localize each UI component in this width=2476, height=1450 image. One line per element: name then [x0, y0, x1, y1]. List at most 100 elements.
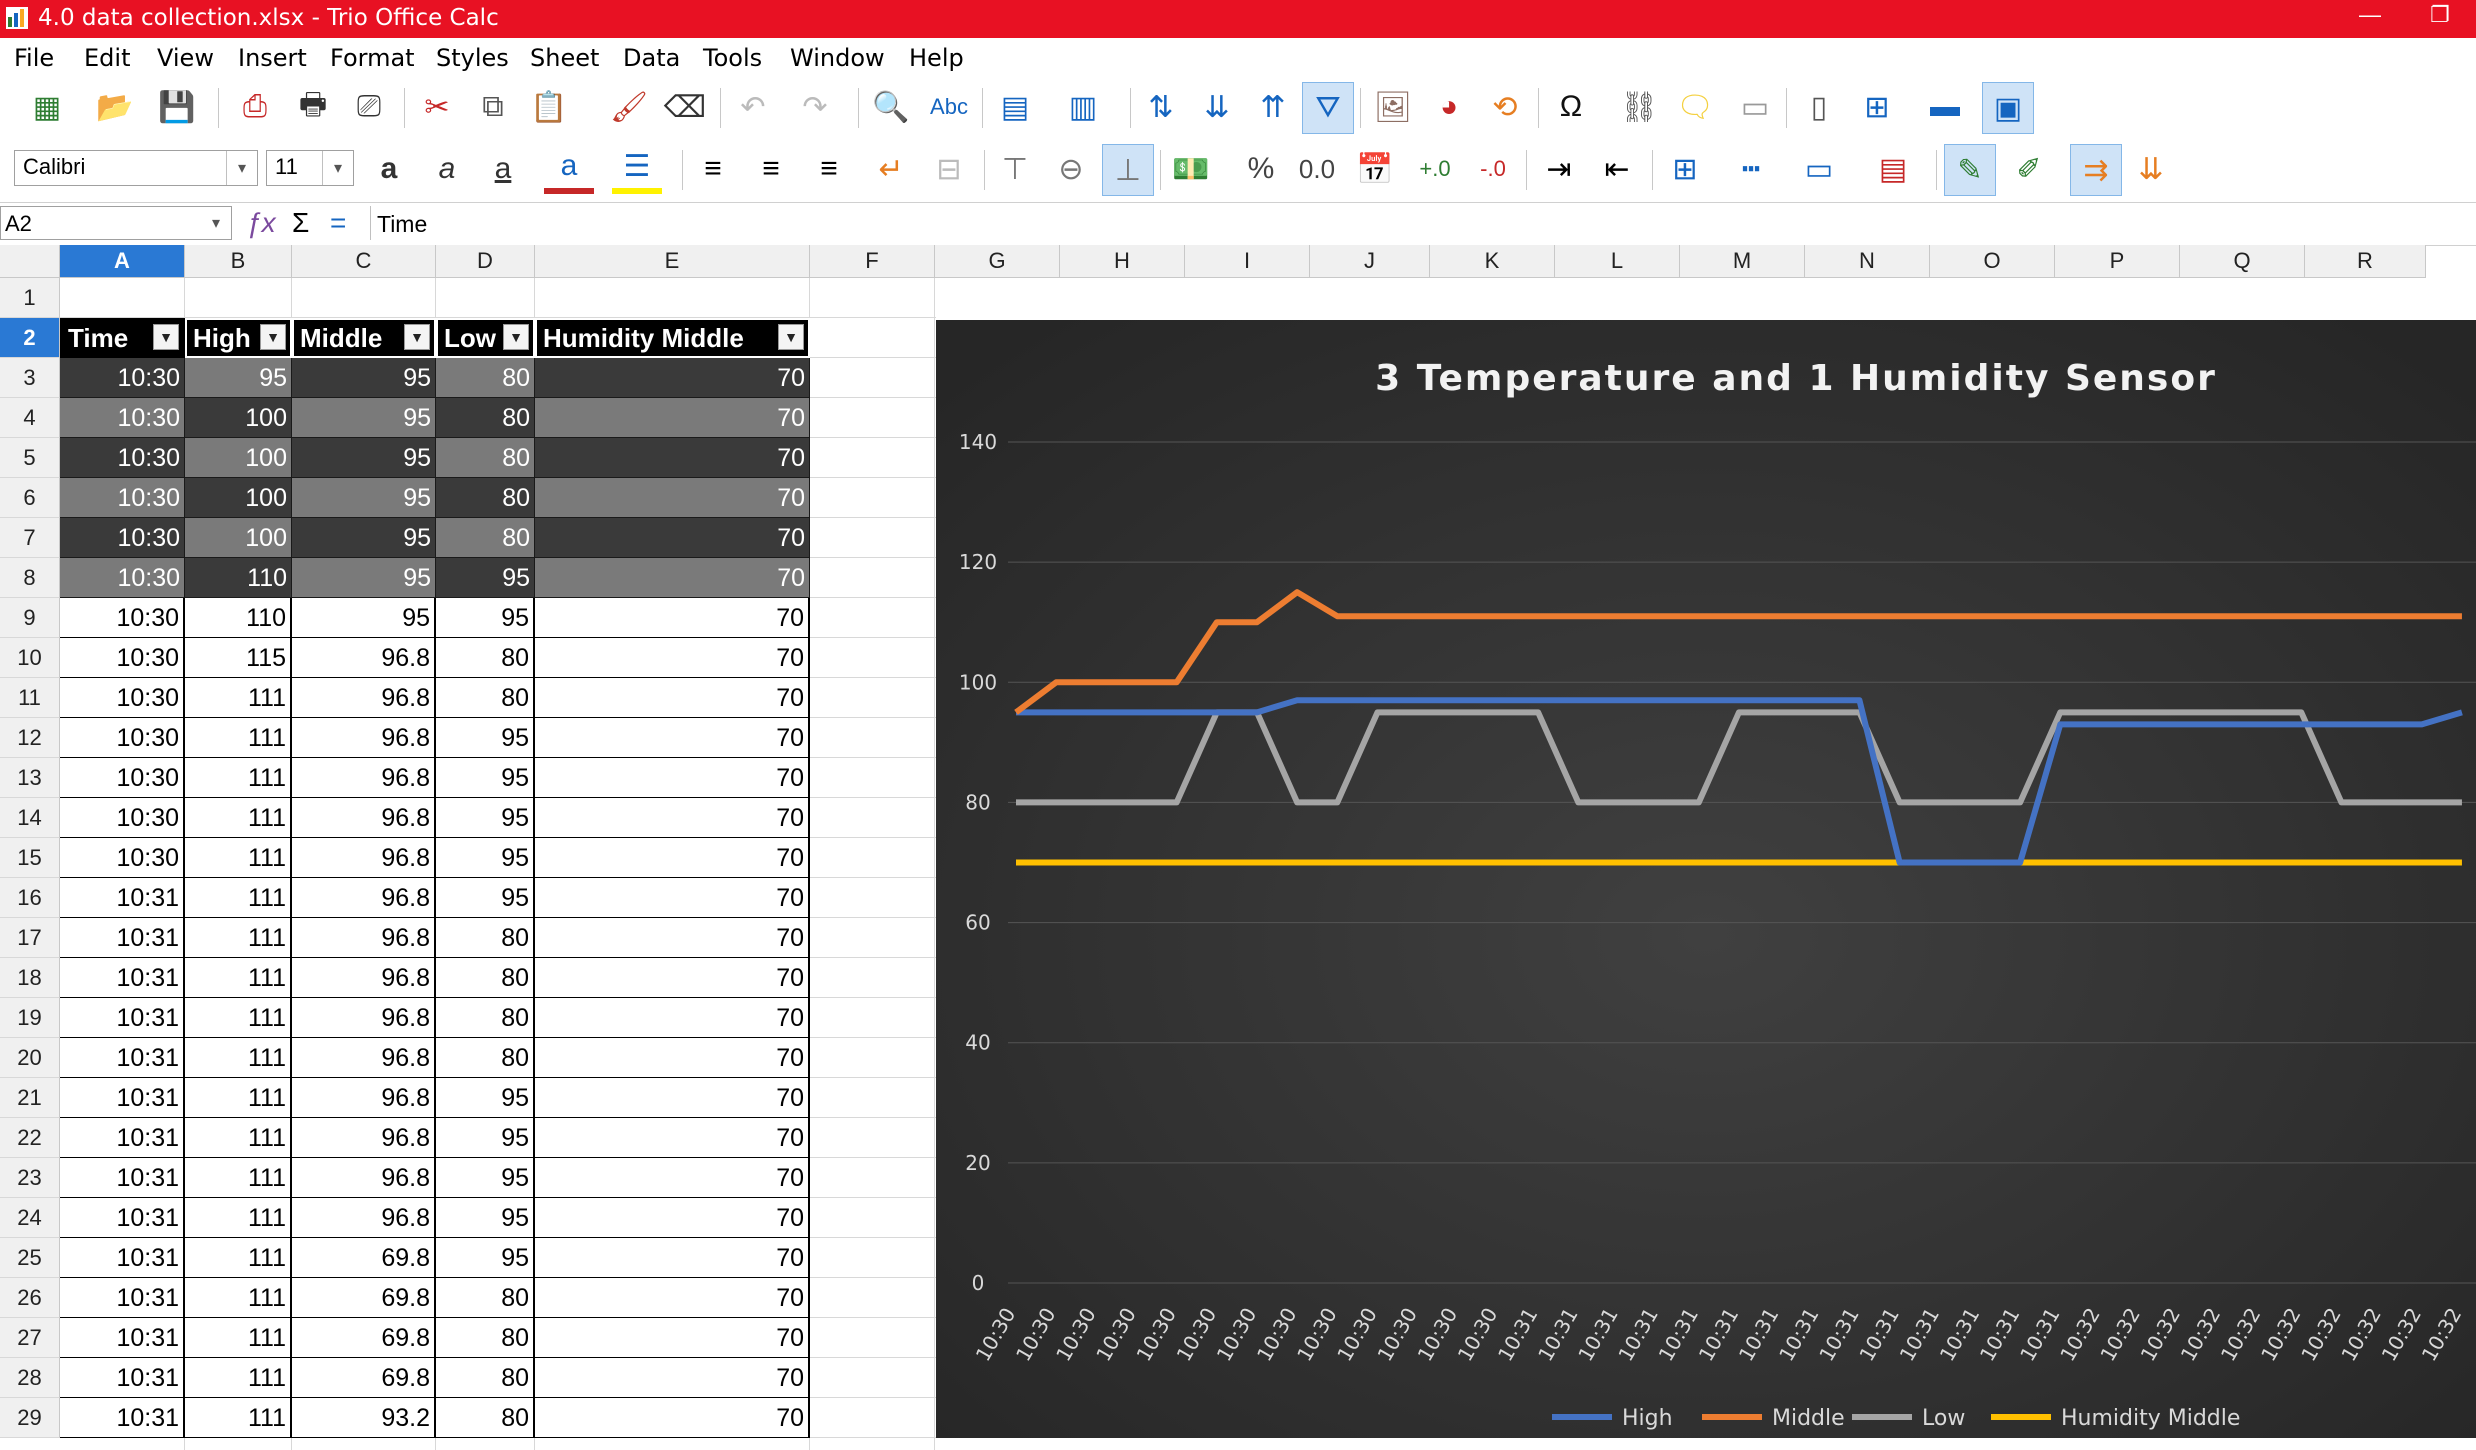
menu-edit[interactable]: Edit [84, 44, 130, 72]
table-cell[interactable]: 10:31 [60, 1238, 185, 1278]
row-header-28[interactable]: 28 [0, 1358, 60, 1398]
row-header-16[interactable]: 16 [0, 878, 60, 918]
align-bottom-icon[interactable]: ⊥ [1102, 144, 1154, 196]
table-cell[interactable]: 70 [535, 1238, 810, 1278]
table-cell[interactable]: 10:31 [60, 1318, 185, 1358]
highlight-color-icon[interactable]: ☰ [612, 144, 662, 194]
sort-descending-icon[interactable]: ⇈ [1248, 82, 1298, 132]
row-header-19[interactable]: 19 [0, 998, 60, 1038]
table-cell[interactable]: 96.8 [292, 798, 436, 838]
paste-icon[interactable]: 📋 [524, 82, 574, 132]
table-cell[interactable]: 70 [535, 998, 810, 1038]
table-cell[interactable]: 111 [185, 758, 292, 798]
table-cell[interactable]: 111 [185, 958, 292, 998]
table-cell[interactable]: 96.8 [292, 998, 436, 1038]
table-cell[interactable]: 80 [436, 1318, 535, 1358]
table-cell[interactable]: 80 [436, 998, 535, 1038]
column-header-k[interactable]: K [1430, 245, 1555, 278]
row-header-22[interactable]: 22 [0, 1118, 60, 1158]
sum-icon[interactable]: Σ [292, 207, 309, 239]
row-header-10[interactable]: 10 [0, 638, 60, 678]
table-header-cell[interactable]: High ▼ [185, 318, 292, 358]
table-cell[interactable]: 70 [535, 598, 810, 638]
table-cell[interactable]: 10:30 [60, 638, 185, 678]
table-cell[interactable]: 80 [436, 1038, 535, 1078]
save-icon[interactable]: 💾 [152, 82, 202, 132]
delete-decimal-icon[interactable]: -.0 [1468, 144, 1518, 194]
table-cell[interactable]: 111 [185, 1158, 292, 1198]
table-cell[interactable]: 96.8 [292, 838, 436, 878]
table-cell[interactable]: 69.8 [292, 1358, 436, 1398]
column-header-n[interactable]: N [1805, 245, 1930, 278]
text-direction-top-icon[interactable]: ⇊ [2126, 144, 2176, 194]
table-cell[interactable]: 70 [535, 478, 810, 518]
text-direction-left-icon[interactable]: ⇉ [2070, 144, 2122, 196]
table-cell[interactable]: 10:31 [60, 1158, 185, 1198]
table-cell[interactable]: 10:31 [60, 1118, 185, 1158]
table-cell[interactable]: 80 [436, 1278, 535, 1318]
table-cell[interactable]: 10:30 [60, 598, 185, 638]
special-character-icon[interactable]: Ω [1546, 82, 1596, 132]
table-cell[interactable]: 10:31 [60, 1398, 185, 1438]
table-cell[interactable]: 10:30 [60, 798, 185, 838]
table-cell[interactable]: 10:31 [60, 958, 185, 998]
number-format-icon[interactable]: 0.0 [1292, 144, 1342, 194]
border-style-icon[interactable]: ┅ [1726, 144, 1776, 194]
column-header-a[interactable]: A [60, 245, 185, 278]
table-cell[interactable]: 80 [436, 638, 535, 678]
table-cell[interactable]: 70 [535, 518, 810, 558]
menu-styles[interactable]: Styles [436, 44, 509, 72]
table-cell[interactable]: 10:30 [60, 358, 185, 398]
table-cell[interactable]: 100 [185, 398, 292, 438]
table-cell[interactable]: 80 [436, 1398, 535, 1438]
split-window-icon[interactable]: ▬ [1920, 82, 1970, 132]
table-header-cell[interactable]: Low ▼ [436, 318, 535, 358]
copy-icon[interactable]: ⧉ [468, 82, 518, 132]
italic-icon[interactable]: a [422, 144, 472, 194]
spelling-icon[interactable]: Abc [924, 82, 974, 132]
menu-help[interactable]: Help [909, 44, 964, 72]
align-center-icon[interactable]: ≡ [746, 144, 796, 194]
row-header-25[interactable]: 25 [0, 1238, 60, 1278]
table-cell[interactable]: 96.8 [292, 1038, 436, 1078]
column-header-h[interactable]: H [1060, 245, 1185, 278]
table-cell[interactable]: 70 [535, 678, 810, 718]
column-header-d[interactable]: D [436, 245, 535, 278]
comment-icon[interactable]: 🗨 [1670, 82, 1720, 132]
table-cell[interactable]: 96.8 [292, 1078, 436, 1118]
track-changes-icon[interactable]: ✐ [2004, 144, 2054, 194]
column-header-p[interactable]: P [2055, 245, 2180, 278]
row-header-8[interactable]: 8 [0, 558, 60, 598]
percent-format-icon[interactable]: % [1236, 144, 1286, 194]
undo-icon[interactable]: ↶ [728, 82, 778, 132]
wrap-text-icon[interactable]: ↵ [866, 144, 916, 194]
table-cell[interactable]: 111 [185, 1398, 292, 1438]
row-icon[interactable]: ▤ [990, 82, 1040, 132]
show-draw-functions-icon[interactable]: ▣ [1982, 82, 2034, 134]
table-cell[interactable]: 70 [535, 1318, 810, 1358]
table-cell[interactable]: 95 [436, 1118, 535, 1158]
autofilter-dropdown-icon[interactable]: ▼ [404, 324, 430, 350]
table-cell[interactable]: 111 [185, 1358, 292, 1398]
table-cell[interactable]: 70 [535, 558, 810, 598]
table-cell[interactable]: 95 [185, 358, 292, 398]
row-header-17[interactable]: 17 [0, 918, 60, 958]
table-cell[interactable]: 95 [436, 558, 535, 598]
conditional-format-icon[interactable]: ▤ [1868, 144, 1918, 194]
row-header-14[interactable]: 14 [0, 798, 60, 838]
merge-cells-icon[interactable]: ⊟ [924, 144, 974, 194]
column-header-c[interactable]: C [292, 245, 436, 278]
row-header-23[interactable]: 23 [0, 1158, 60, 1198]
row-header-27[interactable]: 27 [0, 1318, 60, 1358]
clear-formatting-icon[interactable]: ⌫ [660, 82, 710, 132]
table-cell[interactable]: 70 [535, 438, 810, 478]
column-header-q[interactable]: Q [2180, 245, 2305, 278]
redo-icon[interactable]: ↷ [790, 82, 840, 132]
table-cell[interactable]: 96.8 [292, 918, 436, 958]
row-header-24[interactable]: 24 [0, 1198, 60, 1238]
table-cell[interactable]: 95 [292, 598, 436, 638]
row-header-2[interactable]: 2 [0, 318, 60, 358]
menu-sheet[interactable]: Sheet [530, 44, 599, 72]
row-header-29[interactable]: 29 [0, 1398, 60, 1438]
headers-footers-icon[interactable]: ▭ [1730, 82, 1780, 132]
